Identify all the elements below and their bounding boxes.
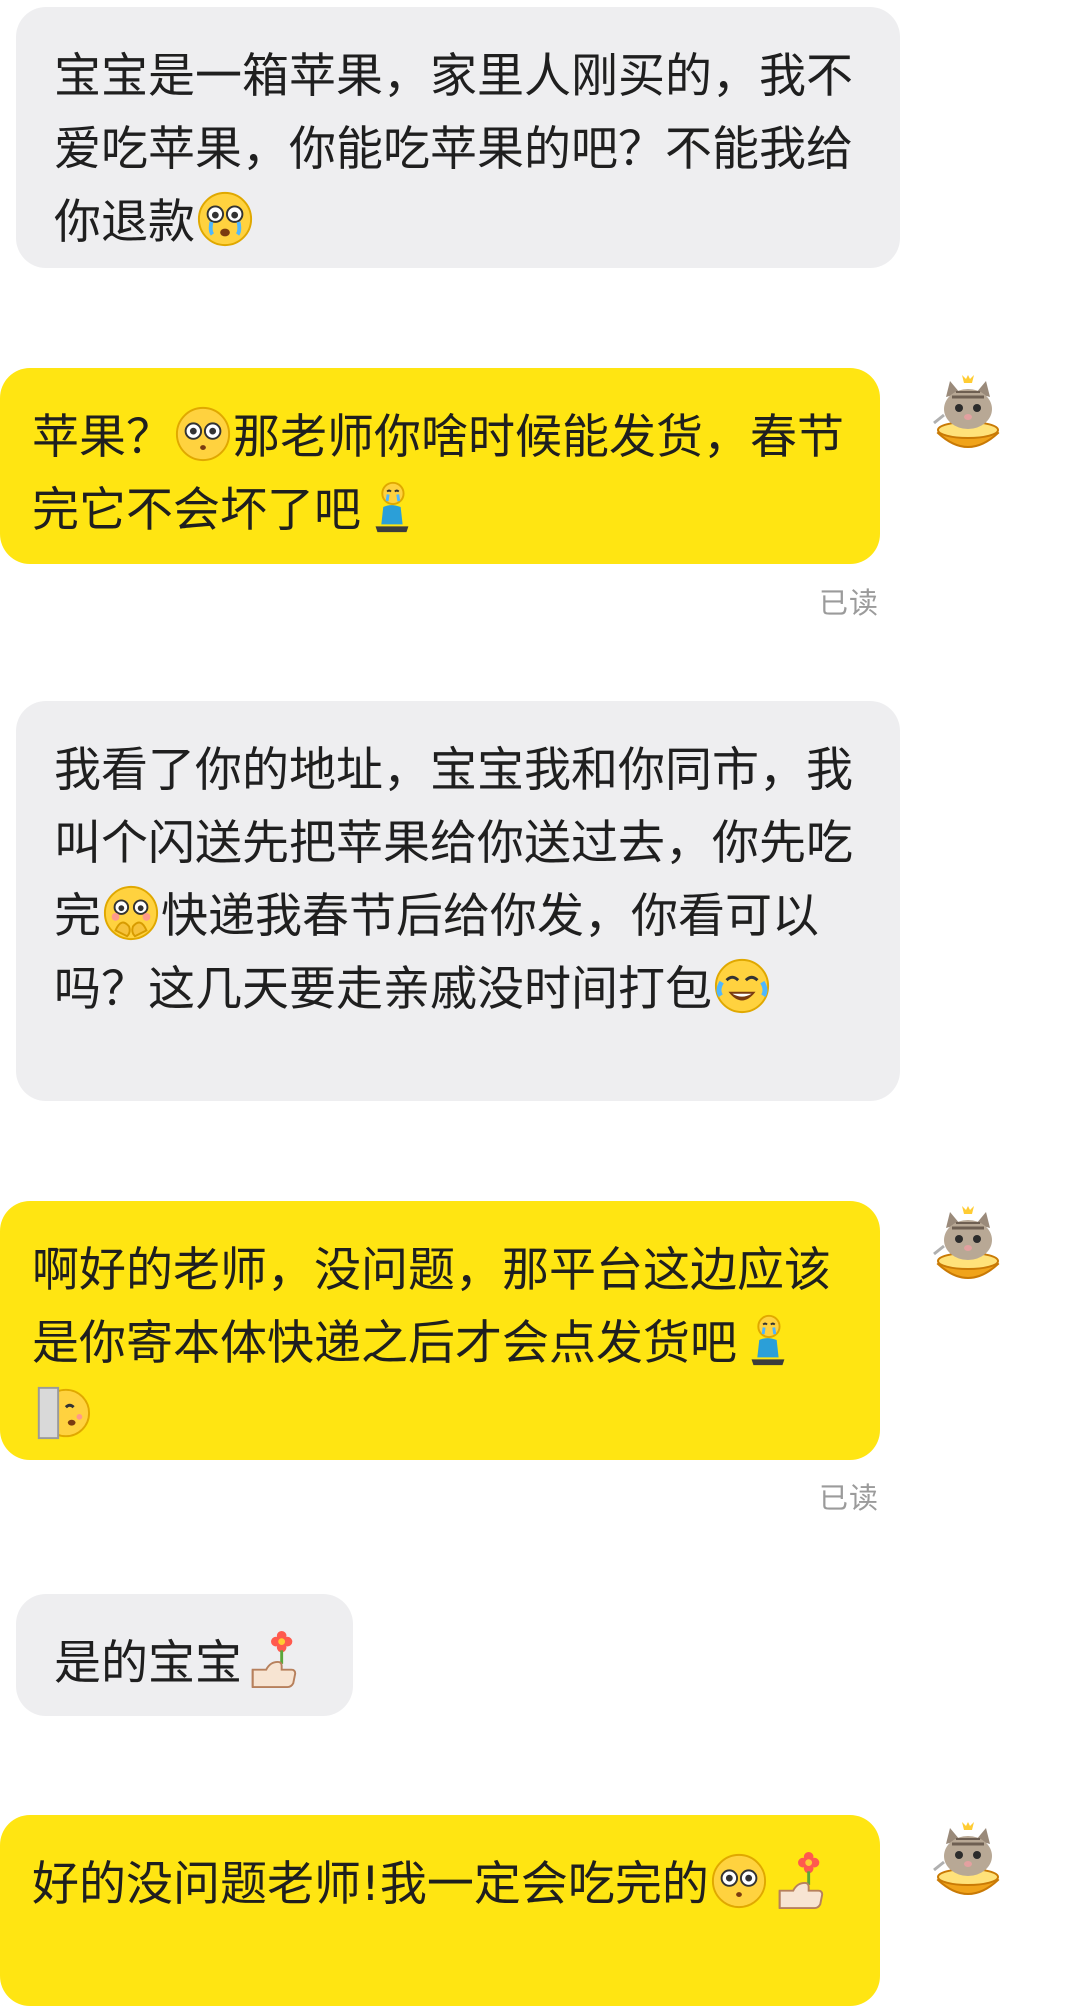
message-text: 是的宝宝	[54, 1636, 242, 1691]
incoming-message-bubble[interactable]: 我看了你的地址，宝宝我和你同市，我叫个闪送先把苹果给你送过去，你先吃完 快递我春节…	[16, 701, 900, 1101]
outgoing-message-bubble[interactable]: 好的没问题老师!我一定会吃完的	[0, 1815, 880, 2006]
pleading-hands-face-icon	[102, 884, 160, 942]
kneeling-crying-person-icon	[362, 478, 420, 536]
message-text: 啊好的老师，没问题，那平台这边应该是你寄本体快递之后才会点发货吧	[32, 1243, 831, 1371]
incoming-message-bubble[interactable]: 是的宝宝	[16, 1594, 353, 1716]
cat-in-egg-tart-avatar-icon[interactable]	[928, 1206, 1008, 1294]
message-text: 宝宝是一箱苹果，家里人刚买的，我不爱吃苹果，你能吃苹果的吧？不能我给你退款	[54, 49, 853, 250]
outgoing-message-bubble[interactable]: 啊好的老师，没问题，那平台这边应该是你寄本体快递之后才会点发货吧	[0, 1201, 880, 1460]
cat-in-egg-tart-avatar-icon[interactable]	[928, 1822, 1008, 1910]
thumbs-up-flower-icon	[243, 1631, 301, 1689]
message-text: 苹果？	[32, 410, 173, 465]
tears-of-joy-face-icon	[713, 957, 771, 1015]
peeking-door-face-icon	[33, 1384, 91, 1442]
message-text: 快递我春节后给你发，你看可以吗？这几天要走亲戚没时间打包	[54, 889, 819, 1017]
crying-face-icon	[196, 190, 254, 248]
message-text: 好的没问题老师!我一定会吃完的	[32, 1857, 709, 1912]
chat-thread: 宝宝是一箱苹果，家里人刚买的，我不爱吃苹果，你能吃苹果的吧？不能我给你退款 苹果…	[0, 0, 1080, 2006]
read-status: 已读	[818, 586, 879, 620]
wide-eyed-face-icon	[174, 405, 232, 463]
wide-eyed-face-icon	[710, 1852, 768, 1910]
cat-in-egg-tart-avatar-icon[interactable]	[928, 375, 1008, 463]
thumbs-up-flower-icon	[770, 1852, 828, 1910]
incoming-message-bubble[interactable]: 宝宝是一箱苹果，家里人刚买的，我不爱吃苹果，你能吃苹果的吧？不能我给你退款	[16, 7, 900, 268]
outgoing-message-bubble[interactable]: 苹果？ 那老师你啥时候能发货，春节完它不会坏了吧	[0, 368, 880, 564]
read-status: 已读	[818, 1481, 879, 1515]
kneeling-crying-person-icon	[738, 1311, 796, 1369]
